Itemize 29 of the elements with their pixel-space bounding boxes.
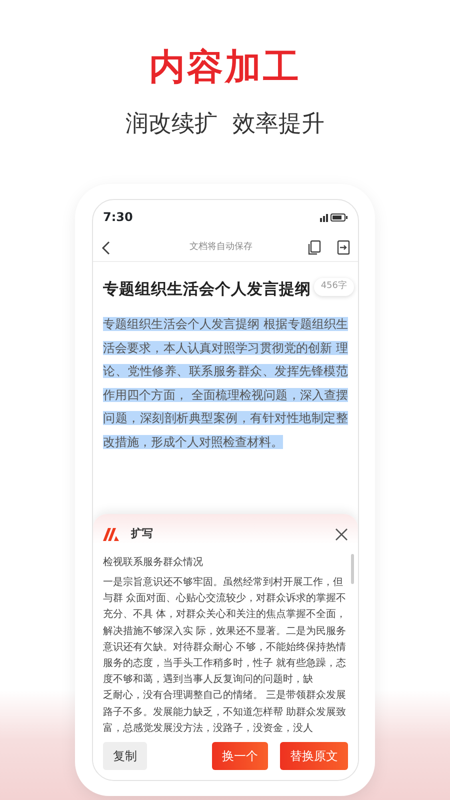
status-time: 7:30 bbox=[103, 209, 133, 226]
close-icon[interactable] bbox=[335, 528, 348, 541]
panel-heading: 检视联系服务群众情况 bbox=[103, 556, 204, 570]
text-line: 意识还有欠缺。对待群众耐心 不够，不能始终保持热情 bbox=[103, 640, 346, 655]
logo-icon bbox=[103, 528, 119, 541]
subheadline: 润改续扩 效率提升 bbox=[126, 113, 324, 136]
text-line: 富，总感觉发展没方法，没路子，没资金，没人 bbox=[103, 722, 314, 736]
panel-title: 扩写 bbox=[131, 526, 153, 542]
scrollbar bbox=[351, 554, 354, 584]
text-line: 与群 众面对面、心贴心交流较少，对群众诉求的掌握不 bbox=[103, 592, 346, 606]
document-paragraph: 专题组织生活会个人发言提纲 根据专题组织生活会要求，本人认真对照学习贯彻党的创新 理论、党性修养、联系服务群众、发挥先锋模范作用四个方面， 全面梳理检视问题，深入查摆问题，深刻剖析典型案例，有针对性地制定整改措施，形成个人对照检查材料。 bbox=[103, 316, 348, 450]
status-icons-icon bbox=[320, 212, 348, 222]
word-count: 456字 bbox=[314, 278, 354, 296]
text-line: 乏耐心，没有合理调整自己的情绪。 三是带领群众发展 bbox=[103, 688, 346, 704]
headline: 内容加工 bbox=[149, 50, 301, 86]
text-line: 解决措施不够深入实 际，效果还不显著。二是为民服务 bbox=[103, 624, 346, 639]
text-line: 度不够和蔼，遇到当事人反复询问的问题时，缺 bbox=[103, 672, 314, 688]
text-line: 路子不多。发展能力缺乏，不知道怎样帮 助群众发展致 bbox=[103, 706, 346, 720]
copy-button[interactable]: 复制 bbox=[103, 742, 147, 770]
copy-icon[interactable] bbox=[307, 240, 321, 255]
text-line: 一是宗旨意识还不够牢固。虽然经常到村开展工作，但 bbox=[103, 576, 344, 590]
export-icon[interactable] bbox=[337, 240, 350, 255]
action-button[interactable]: 换一个 bbox=[212, 742, 268, 770]
autosave-status: 文档将自动保存 bbox=[190, 240, 252, 254]
back-icon[interactable] bbox=[101, 240, 111, 254]
document-title: 专题组织生活会个人发言提纲 bbox=[103, 280, 311, 299]
action-button[interactable]: 替换原文 bbox=[280, 742, 348, 770]
text-line: 服务的态度，当手头工作稍多时，性子 就有些急躁，态 bbox=[103, 656, 346, 672]
text-line: 充分、不具 体，对群众关心和关注的焦点掌握不全面， bbox=[103, 608, 346, 622]
